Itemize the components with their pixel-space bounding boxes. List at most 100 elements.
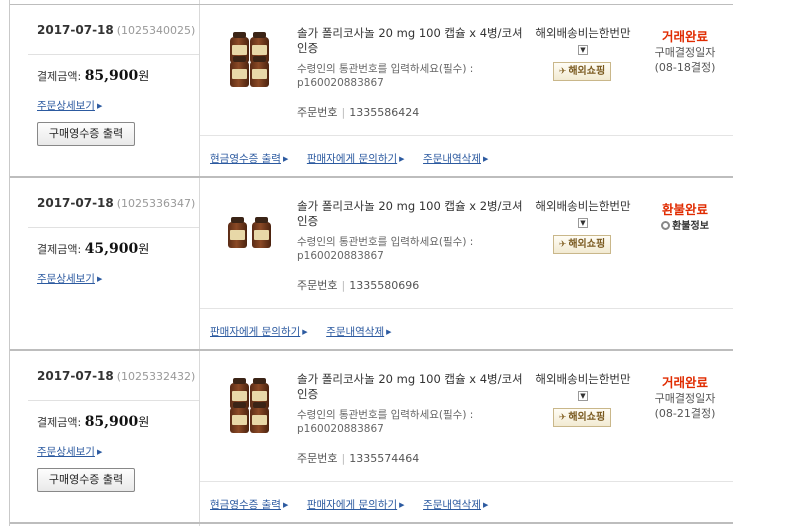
link-label: 판매자에게 문의하기 bbox=[210, 326, 301, 338]
arrow-right-icon: ▶ bbox=[282, 155, 289, 163]
overseas-shopping-badge: ✈ 해외쇼핑 bbox=[553, 235, 611, 254]
product-thumbnail[interactable] bbox=[220, 375, 280, 435]
payment-amount: 45,900 bbox=[84, 241, 139, 257]
arrow-right-icon: ▶ bbox=[386, 328, 392, 336]
product-thumbnail[interactable] bbox=[220, 202, 280, 262]
arrow-right-icon: ▶ bbox=[96, 448, 103, 456]
order-row: 2017-07-18 (1025336347) 결제금액: 45,900원 주문상… bbox=[0, 177, 799, 351]
purchase-decision-date: (08-21결정) bbox=[654, 407, 716, 420]
divider bbox=[200, 135, 733, 136]
shipping-text: 해외배송비는한번만 bbox=[535, 199, 631, 213]
order-detail-link[interactable]: 주문상세보기 ▶ bbox=[37, 98, 102, 113]
contact-seller-link[interactable]: 판매자에게 문의하기 ▶ bbox=[307, 153, 405, 165]
overseas-shopping-badge: ✈ 해외쇼핑 bbox=[553, 62, 611, 81]
payment-row: 결제금액: 85,900원 bbox=[37, 413, 149, 430]
customs-note: 수령인의 통관번호를 입력하세요(필수) : p160020883867 bbox=[297, 409, 474, 435]
shipping-text: 해외배송비는한번만 bbox=[535, 26, 631, 40]
arrow-right-icon: ▶ bbox=[96, 102, 103, 110]
badge-label: 해외쇼핑 bbox=[568, 412, 606, 423]
delete-order-link[interactable]: 주문내역삭제 ▶ bbox=[423, 153, 488, 165]
arrow-right-icon: ▶ bbox=[282, 501, 289, 509]
bottle-image bbox=[250, 402, 269, 433]
bottle-image bbox=[230, 56, 249, 87]
order-number-label: 주문번호 bbox=[297, 452, 338, 465]
delete-order-link[interactable]: 주문내역삭제 ▶ bbox=[326, 326, 391, 338]
divider bbox=[28, 227, 199, 228]
divider bbox=[28, 400, 199, 401]
purchase-receipt-button[interactable]: 구매영수증 출력 bbox=[37, 122, 135, 146]
shipping-option[interactable]: 해외배송비는한번만 ▼ bbox=[533, 26, 633, 56]
order-status: 거래완료 bbox=[661, 375, 708, 390]
order-detail-link[interactable]: 주문상세보기 ▶ bbox=[37, 444, 102, 459]
shipping-option[interactable]: 해외배송비는한번만 ▼ bbox=[533, 199, 633, 229]
arrow-right-icon: ▶ bbox=[483, 155, 489, 163]
order-row: 2017-07-18 (1025340025) 결제금액: 85,900원 주문상… bbox=[0, 4, 799, 178]
purchase-decision-label: 구매결정일자 bbox=[654, 392, 716, 405]
chevron-down-icon[interactable]: ▼ bbox=[578, 45, 588, 55]
order-date-row: 2017-07-18 (1025340025) bbox=[37, 23, 195, 37]
overseas-shopping-badge: ✈ 해외쇼핑 bbox=[553, 408, 611, 427]
link-label: 주문내역삭제 bbox=[326, 326, 385, 338]
contact-seller-link[interactable]: 판매자에게 문의하기 ▶ bbox=[210, 326, 308, 338]
order-number-label: 주문번호 bbox=[297, 106, 338, 119]
order-date: 2017-07-18 bbox=[37, 196, 114, 210]
product-name[interactable]: 솔가 폴리코사놀 20 mg 100 캡슐 x 4병/코셔인증 bbox=[297, 26, 527, 56]
link-label: 주문내역삭제 bbox=[423, 153, 481, 165]
divider bbox=[10, 522, 733, 524]
order-actions: 현금영수증 출력 ▶ 판매자에게 문의하기 ▶ 주문내역삭제 ▶ bbox=[210, 497, 503, 512]
purchase-decision-date: (08-18결정) bbox=[654, 61, 716, 74]
shipping-text: 해외배송비는한번만 bbox=[535, 372, 631, 386]
chevron-down-icon[interactable]: ▼ bbox=[578, 218, 588, 228]
search-icon bbox=[661, 221, 671, 230]
payment-unit: 원 bbox=[138, 69, 150, 83]
order-date-row: 2017-07-18 (1025332432) bbox=[37, 369, 195, 383]
cash-receipt-link[interactable]: 현금영수증 출력 ▶ bbox=[210, 153, 288, 165]
product-name[interactable]: 솔가 폴리코사놀 20 mg 100 캡슐 x 2병/코셔인증 bbox=[297, 199, 527, 229]
product-name[interactable]: 솔가 폴리코사놀 20 mg 100 캡슐 x 4병/코셔인증 bbox=[297, 372, 527, 402]
order-status: 거래완료 bbox=[661, 29, 708, 44]
link-label: 현금영수증 출력 bbox=[210, 153, 281, 165]
bottle-image bbox=[228, 217, 247, 248]
divider bbox=[200, 308, 733, 309]
order-id: (1025340025) bbox=[116, 24, 196, 37]
payment-unit: 원 bbox=[138, 415, 150, 429]
order-detail-label: 주문상세보기 bbox=[37, 273, 95, 285]
divider bbox=[28, 54, 199, 55]
contact-seller-link[interactable]: 판매자에게 문의하기 ▶ bbox=[307, 499, 405, 511]
arrow-right-icon: ▶ bbox=[399, 501, 405, 509]
payment-label: 결제금액: bbox=[37, 70, 82, 83]
order-detail-label: 주문상세보기 bbox=[37, 100, 95, 112]
link-label: 주문내역삭제 bbox=[423, 499, 481, 511]
payment-row: 결제금액: 85,900원 bbox=[37, 67, 149, 84]
order-actions: 현금영수증 출력 ▶ 판매자에게 문의하기 ▶ 주문내역삭제 ▶ bbox=[210, 151, 503, 166]
badge-label: 해외쇼핑 bbox=[568, 66, 606, 77]
chevron-down-icon[interactable]: ▼ bbox=[578, 391, 588, 401]
divider bbox=[10, 4, 733, 5]
airplane-icon: ✈ bbox=[558, 413, 567, 423]
order-detail-link[interactable]: 주문상세보기 ▶ bbox=[37, 271, 102, 286]
purchase-receipt-button[interactable]: 구매영수증 출력 bbox=[37, 468, 135, 492]
shipping-option[interactable]: 해외배송비는한번만 ▼ bbox=[533, 372, 633, 402]
order-id: (1025336347) bbox=[116, 197, 196, 210]
product-thumbnail[interactable] bbox=[220, 29, 280, 89]
order-id: (1025332432) bbox=[116, 370, 196, 383]
order-number-label: 주문번호 bbox=[297, 279, 338, 292]
link-label: 판매자에게 문의하기 bbox=[306, 153, 398, 165]
order-number: 주문번호 | 1335574464 bbox=[297, 452, 420, 465]
cash-receipt-link[interactable]: 현금영수증 출력 ▶ bbox=[210, 499, 288, 511]
payment-label: 결제금액: bbox=[37, 243, 82, 256]
airplane-icon: ✈ bbox=[558, 67, 567, 77]
link-label: 현금영수증 출력 bbox=[210, 499, 281, 511]
badge-label: 해외쇼핑 bbox=[568, 239, 606, 250]
order-number-value: 1335574464 bbox=[349, 452, 420, 465]
delete-order-link[interactable]: 주문내역삭제 ▶ bbox=[423, 499, 488, 511]
order-date: 2017-07-18 bbox=[37, 23, 114, 37]
arrow-right-icon: ▶ bbox=[302, 328, 308, 336]
bottle-image bbox=[252, 217, 271, 248]
order-number: 주문번호 | 1335580696 bbox=[297, 279, 420, 292]
payment-unit: 원 bbox=[138, 242, 150, 256]
order-actions: 판매자에게 문의하기 ▶ 주문내역삭제 ▶ bbox=[210, 324, 407, 339]
refund-info-link[interactable]: 환불정보 bbox=[640, 217, 730, 232]
payment-row: 결제금액: 45,900원 bbox=[37, 240, 149, 257]
bottle-image bbox=[230, 402, 249, 433]
